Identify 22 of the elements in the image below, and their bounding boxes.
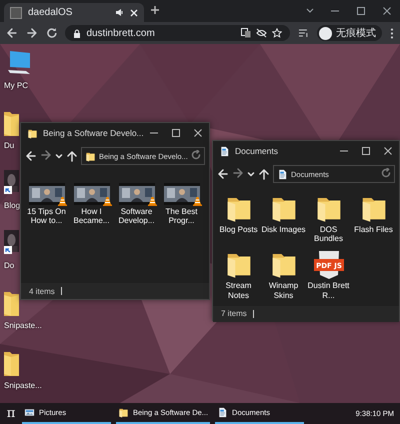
tab-title: daedalOS (28, 7, 74, 18)
back-icon[interactable] (6, 27, 18, 39)
folder-icon (118, 407, 129, 418)
reload-icon[interactable] (46, 27, 58, 39)
translate-icon[interactable] (241, 28, 252, 38)
speaker-icon[interactable] (115, 8, 124, 17)
image-icon (24, 407, 35, 418)
profile-button[interactable]: 无痕模式 (317, 25, 382, 41)
menu-icon[interactable] (390, 28, 394, 38)
caret-icon[interactable] (306, 6, 314, 14)
close-icon[interactable] (382, 6, 392, 16)
start-button[interactable]: π (0, 403, 22, 424)
maximize-icon[interactable] (356, 6, 366, 16)
new-tab-icon[interactable] (150, 4, 160, 14)
document-icon (217, 407, 228, 418)
reading-list-icon[interactable] (298, 28, 310, 38)
browser-tab[interactable]: daedalOS (4, 3, 144, 22)
star-icon[interactable] (272, 28, 282, 38)
eye-off-icon[interactable] (256, 28, 268, 38)
forward-icon[interactable] (26, 27, 38, 39)
address-bar[interactable]: dustinbrett.com (65, 25, 290, 41)
lock-icon (73, 28, 82, 38)
